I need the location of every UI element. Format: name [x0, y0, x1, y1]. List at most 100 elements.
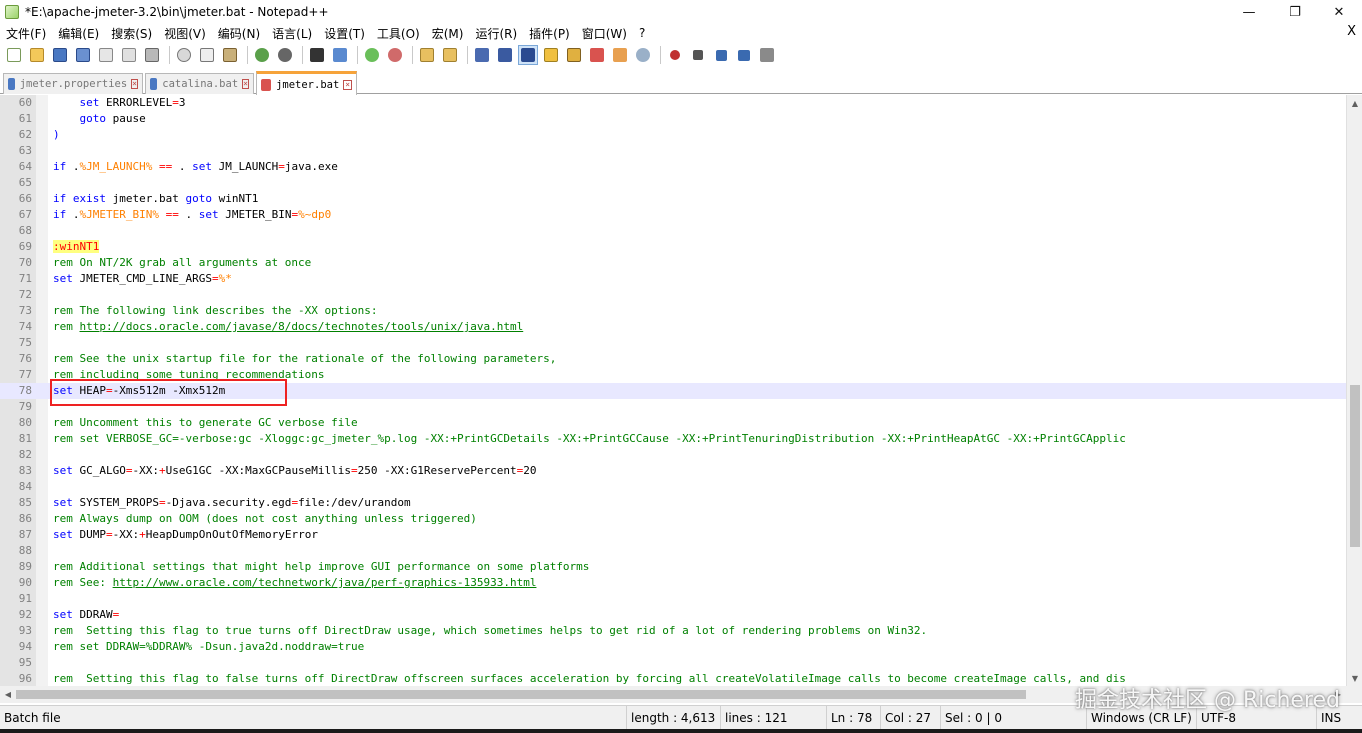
scroll-down-icon[interactable]: ▼	[1347, 670, 1362, 686]
code-line[interactable]: 61 goto pause	[0, 111, 1346, 127]
menu-settings[interactable]: 设置(T)	[318, 25, 371, 42]
menu-encoding[interactable]: 编码(N)	[212, 25, 266, 42]
code-line[interactable]: 74 rem http://docs.oracle.com/javase/8/do…	[0, 319, 1346, 335]
sync-horizontal-button[interactable]	[440, 45, 460, 65]
menu-help[interactable]: ?	[633, 26, 651, 40]
code-editor[interactable]: 60 set ERRORLEVEL=3 61 goto pause 62) 63 64 i…	[0, 95, 1346, 686]
tab-close-icon[interactable]: ×	[131, 79, 138, 89]
code-line[interactable]: 93 rem Setting this flag to true turns of…	[0, 623, 1346, 639]
stop-macro-button[interactable]	[688, 45, 708, 65]
zoom-in-button[interactable]	[362, 45, 382, 65]
code-line[interactable]: 81 rem set VERBOSE_GC=-verbose:gc -Xloggc…	[0, 431, 1346, 447]
undo-button[interactable]	[252, 45, 272, 65]
menu-search[interactable]: 搜索(S)	[105, 25, 158, 42]
code-line[interactable]: 82	[0, 447, 1346, 463]
code-line[interactable]: 85 set SYSTEM_PROPS=-Djava.security.egd=f…	[0, 495, 1346, 511]
status-column[interactable]: Col : 27	[880, 706, 940, 730]
cut-button[interactable]	[174, 45, 194, 65]
code-line[interactable]: 76 rem See the unix startup file for the …	[0, 351, 1346, 367]
close-all-button[interactable]	[119, 45, 139, 65]
code-line[interactable]: 91	[0, 591, 1346, 607]
code-line[interactable]: 87 set DUMP=-XX:+HeapDumpOnOutOfMemoryErr…	[0, 527, 1346, 543]
zoom-out-button[interactable]	[385, 45, 405, 65]
play-macro-button[interactable]	[711, 45, 731, 65]
save-all-button[interactable]	[73, 45, 93, 65]
code-line[interactable]: 88	[0, 543, 1346, 559]
folder-workspace-button[interactable]	[610, 45, 630, 65]
close-file-button[interactable]	[96, 45, 116, 65]
close-window-button[interactable]: ✕	[1316, 0, 1362, 24]
menu-run[interactable]: 运行(R)	[469, 25, 523, 42]
code-line[interactable]: 73 rem The following link describes the -…	[0, 303, 1346, 319]
copy-button[interactable]	[197, 45, 217, 65]
code-line[interactable]: 86 rem Always dump on OOM (does not cost …	[0, 511, 1346, 527]
code-line[interactable]: 75	[0, 335, 1346, 351]
code-line[interactable]: 71 set JMETER_CMD_LINE_ARGS=%*	[0, 271, 1346, 287]
save-button[interactable]	[50, 45, 70, 65]
menu-plugins[interactable]: 插件(P)	[523, 25, 576, 42]
menu-tools[interactable]: 工具(O)	[371, 25, 426, 42]
code-line[interactable]: 72	[0, 287, 1346, 303]
code-line[interactable]: 78 set HEAP=-Xms512m -Xmx512m	[0, 383, 1346, 399]
close-document-button[interactable]: X	[1347, 24, 1356, 39]
code-line[interactable]: 67 if .%JMETER_BIN% == . set JMETER_BIN=%…	[0, 207, 1346, 223]
doc-map-button[interactable]	[564, 45, 584, 65]
find-button[interactable]	[307, 45, 327, 65]
sync-vertical-button[interactable]	[417, 45, 437, 65]
code-line[interactable]: 68	[0, 223, 1346, 239]
code-line[interactable]: 95	[0, 655, 1346, 671]
menu-window[interactable]: 窗口(W)	[576, 25, 633, 42]
minimize-button[interactable]: —	[1226, 0, 1272, 24]
monitoring-button[interactable]	[633, 45, 653, 65]
code-line[interactable]: 92 set DDRAW=	[0, 607, 1346, 623]
code-line[interactable]: 64 if .%JM_LAUNCH% == . set JM_LAUNCH=jav…	[0, 159, 1346, 175]
user-language-button[interactable]	[541, 45, 561, 65]
code-line[interactable]: 90 rem See: http://www.oracle.com/technet…	[0, 575, 1346, 591]
new-file-button[interactable]	[4, 45, 24, 65]
code-line[interactable]: 84	[0, 479, 1346, 495]
tab-close-icon[interactable]: ×	[343, 79, 352, 90]
binoculars-icon	[310, 48, 324, 62]
open-file-button[interactable]	[27, 45, 47, 65]
function-list-button[interactable]	[587, 45, 607, 65]
code-line[interactable]: 94 rem set DDRAW=%DDRAW% -Dsun.java2d.nod…	[0, 639, 1346, 655]
vertical-scrollbar[interactable]: ▲ ▼	[1346, 95, 1362, 686]
show-all-chars-button[interactable]	[495, 45, 515, 65]
print-button[interactable]	[142, 45, 162, 65]
indent-guide-button[interactable]	[518, 45, 538, 65]
status-line-number[interactable]: Ln : 78	[826, 706, 880, 730]
paste-button[interactable]	[220, 45, 240, 65]
menu-language[interactable]: 语言(L)	[266, 25, 318, 42]
redo-button[interactable]	[275, 45, 295, 65]
tab-close-icon[interactable]: ×	[242, 79, 249, 89]
menu-view[interactable]: 视图(V)	[158, 25, 212, 42]
code-line[interactable]: 83 set GC_ALGO=-XX:+UseG1GC -XX:MaxGCPaus…	[0, 463, 1346, 479]
menu-file[interactable]: 文件(F)	[0, 25, 52, 42]
menu-macro[interactable]: 宏(M)	[426, 25, 470, 42]
code-line[interactable]: 63	[0, 143, 1346, 159]
code-line[interactable]: 60 set ERRORLEVEL=3	[0, 95, 1346, 111]
code-line[interactable]: 70 rem On NT/2K grab all arguments at onc…	[0, 255, 1346, 271]
code-line[interactable]: 66 if exist jmeter.bat goto winNT1	[0, 191, 1346, 207]
code-line[interactable]: 89 rem Additional settings that might hel…	[0, 559, 1346, 575]
replace-button[interactable]	[330, 45, 350, 65]
code-line[interactable]: 62)	[0, 127, 1346, 143]
tab-jmeter-properties[interactable]: jmeter.properties ×	[3, 73, 143, 94]
menu-edit[interactable]: 编辑(E)	[52, 25, 105, 42]
horizontal-scroll-thumb[interactable]	[16, 690, 1026, 699]
word-wrap-button[interactable]	[472, 45, 492, 65]
restore-button[interactable]: ❐	[1272, 0, 1318, 24]
run-macro-multiple-button[interactable]	[734, 45, 754, 65]
record-macro-button[interactable]	[665, 45, 685, 65]
code-line[interactable]: 79	[0, 399, 1346, 415]
code-line[interactable]: 65	[0, 175, 1346, 191]
code-line[interactable]: 69:winNT1	[0, 239, 1346, 255]
scroll-up-icon[interactable]: ▲	[1347, 95, 1362, 111]
scroll-left-icon[interactable]: ◀	[0, 686, 16, 703]
tab-catalina-bat[interactable]: catalina.bat ×	[145, 73, 254, 94]
code-line[interactable]: 80 rem Uncomment this to generate GC verb…	[0, 415, 1346, 431]
code-line[interactable]: 77 rem including some tuning recommendati…	[0, 367, 1346, 383]
save-macro-button[interactable]	[757, 45, 777, 65]
vertical-scroll-thumb[interactable]	[1350, 385, 1360, 547]
tab-jmeter-bat[interactable]: jmeter.bat ×	[256, 71, 357, 95]
